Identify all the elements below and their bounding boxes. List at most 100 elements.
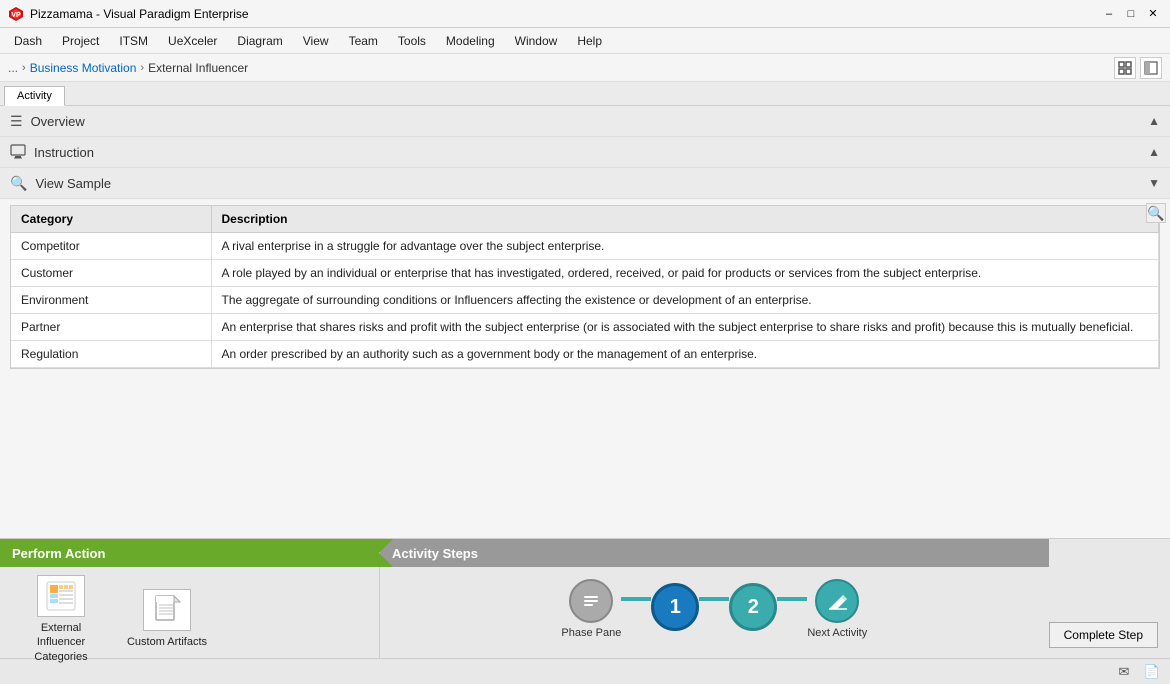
table-row: CustomerA role played by an individual o… [11,260,1159,287]
step-circle-phase [569,579,613,623]
step-next-activity[interactable]: Next Activity [807,579,867,639]
grid-icon [1118,61,1132,75]
instruction-header[interactable]: Instruction ▲ [0,137,1170,167]
activity-steps-header: Activity Steps [380,539,1049,567]
menu-dash[interactable]: Dash [4,31,52,51]
step-connector-1 [621,597,651,601]
breadcrumb-bar: ... › Business Motivation › External Inf… [0,54,1170,82]
table-cell-category: Competitor [11,233,211,260]
tabs-bar: Activity [0,82,1170,106]
steps-content: Phase Pane 1 2 [400,567,1029,651]
table-row: PartnerAn enterprise that shares risks a… [11,314,1159,341]
complete-step-area: Complete Step [1049,539,1170,658]
view-sample-header[interactable]: 🔍 View Sample ▼ [0,168,1170,198]
breadcrumb-sep-2: › [140,62,144,74]
external-influencer-label: External Influencer Categories [16,621,106,664]
step-1[interactable]: 1 [651,583,699,635]
menu-bar: Dash Project ITSM UeXceler Diagram View … [0,28,1170,54]
zoom-icon[interactable]: 🔍 [1146,203,1166,223]
minimize-button[interactable]: – [1100,5,1118,23]
instruction-icon [10,143,26,162]
step-circle-2: 2 [729,583,777,631]
next-activity-icon [825,589,849,613]
step-connector-2 [699,597,729,601]
activity-steps-panel: Activity Steps Phase Pane 1 [380,539,1049,658]
monitor-icon [10,143,26,159]
perform-action-content: External Influencer Categories Cus [0,567,379,672]
window-controls[interactable]: – □ ✕ [1100,5,1162,23]
perform-action-title: Perform Action [12,546,105,561]
table-row: CompetitorA rival enterprise in a strugg… [11,233,1159,260]
breadcrumb-panel-button[interactable] [1140,57,1162,79]
overview-arrow: ▲ [1148,114,1160,128]
tab-activity[interactable]: Activity [4,86,65,106]
email-icon-button[interactable]: ✉ [1114,662,1134,682]
table-cell-category: Partner [11,314,211,341]
table-scroll-area[interactable]: Category Description CompetitorA rival e… [0,199,1170,375]
instruction-section: Instruction ▲ [0,137,1170,168]
menu-project[interactable]: Project [52,31,109,51]
breadcrumb-sep-1: › [22,62,26,74]
menu-diagram[interactable]: Diagram [227,31,292,51]
overview-label: Overview [31,114,85,129]
complete-step-button[interactable]: Complete Step [1049,622,1158,648]
maximize-button[interactable]: □ [1122,5,1140,23]
menu-help[interactable]: Help [567,31,612,51]
menu-modeling[interactable]: Modeling [436,31,505,51]
svg-text:VP: VP [11,12,21,19]
step-label-next: Next Activity [807,627,867,639]
menu-tools[interactable]: Tools [388,31,436,51]
step-connector-3 [777,597,807,601]
table-cell-category: Customer [11,260,211,287]
table-cell-category: Environment [11,287,211,314]
overview-header[interactable]: ☰ Overview ▲ [0,106,1170,136]
bottom-area: Perform Action [0,538,1170,658]
col-header-category: Category [11,206,211,233]
instruction-arrow: ▲ [1148,145,1160,159]
app-title: Pizzamama - Visual Paradigm Enterprise [30,7,249,21]
step-2[interactable]: 2 [729,583,777,635]
table-cell-description: The aggregate of surrounding conditions … [211,287,1159,314]
action-custom-artifacts[interactable]: Custom Artifacts [122,589,212,649]
title-bar: VP Pizzamama - Visual Paradigm Enterpris… [0,0,1170,28]
menu-team[interactable]: Team [339,31,388,51]
table-container: Category Description CompetitorA rival e… [10,205,1160,369]
step-phase-pane[interactable]: Phase Pane [561,579,621,639]
table-row: RegulationAn order prescribed by an auth… [11,341,1159,368]
table-cell-description: An order prescribed by an authority such… [211,341,1159,368]
breadcrumb-external-influencer: External Influencer [148,61,248,75]
breadcrumb-business-motivation[interactable]: Business Motivation [30,61,137,75]
activity-steps-title: Activity Steps [392,546,478,561]
menu-view[interactable]: View [293,31,339,51]
perform-action-panel: Perform Action [0,539,380,658]
main-content: ☰ Overview ▲ Instruction ▲ [0,106,1170,538]
table-cell-description: A rival enterprise in a struggle for adv… [211,233,1159,260]
view-sample-arrow: ▼ [1148,176,1160,190]
panel-icon [1144,61,1158,75]
action-external-influencer[interactable]: External Influencer Categories [16,575,106,664]
menu-window[interactable]: Window [505,31,568,51]
custom-artifacts-icon [151,594,183,626]
sample-table-wrapper: Category Description CompetitorA rival e… [0,199,1170,375]
breadcrumb-ellipsis[interactable]: ... [8,61,18,75]
custom-artifacts-icon-box [143,589,191,631]
breadcrumb-grid-button[interactable] [1114,57,1136,79]
overview-icon: ☰ [10,113,23,130]
table-cell-description: An enterprise that shares risks and prof… [211,314,1159,341]
external-influencer-icon [45,580,77,612]
perform-action-header: Perform Action [0,539,379,567]
custom-artifacts-label: Custom Artifacts [127,635,207,649]
step-circle-next [815,579,859,623]
phase-pane-step-icon [579,589,603,613]
col-header-description: Description [211,206,1159,233]
menu-itsm[interactable]: ITSM [109,31,158,51]
close-button[interactable]: ✕ [1144,5,1162,23]
table-cell-description: A role played by an individual or enterp… [211,260,1159,287]
app-icon: VP [8,6,24,22]
view-sample-label: View Sample [35,176,111,191]
external-influencer-icon-box [37,575,85,617]
instruction-label: Instruction [34,145,94,160]
document-icon-button[interactable]: 📄 [1142,662,1162,682]
menu-uexceler[interactable]: UeXceler [158,31,227,51]
overview-section: ☰ Overview ▲ [0,106,1170,137]
